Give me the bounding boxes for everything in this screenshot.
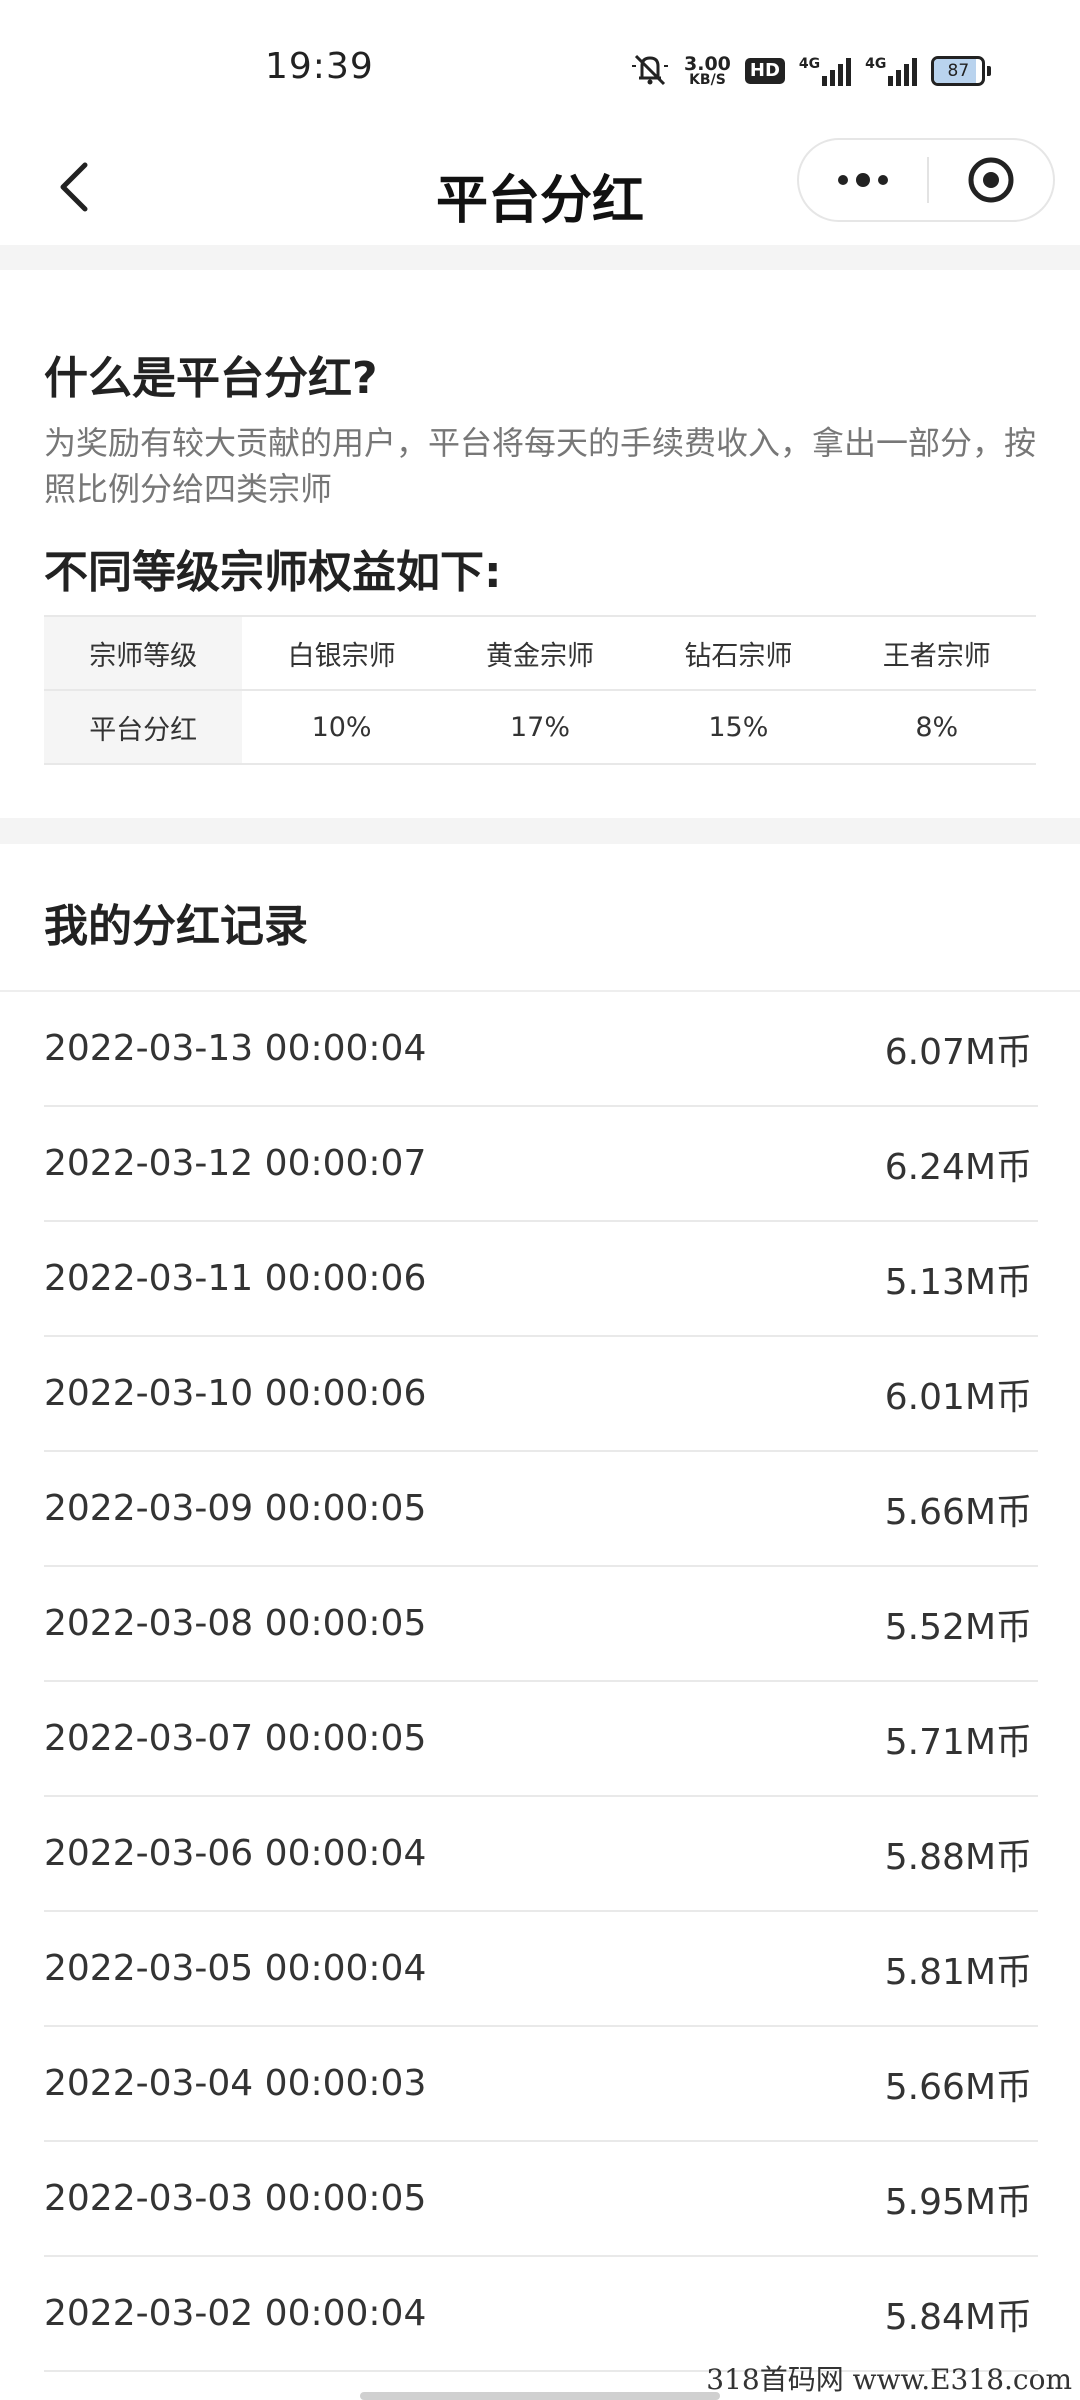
status-bar: 19:39 3.00 KB/S HD 4G 4G 87 <box>0 0 1080 130</box>
record-time: 2022-03-02 00:00:04 <box>44 2293 427 2334</box>
record-amount: 5.66M币 <box>884 2066 1032 2108</box>
list-item: 2022-03-07 00:00:05 5.71M币 <box>44 1682 1038 1797</box>
signal-bars-icon <box>888 56 918 86</box>
battery-level: 87 <box>947 61 970 81</box>
record-time: 2022-03-05 00:00:04 <box>44 1948 427 1989</box>
record-time: 2022-03-08 00:00:05 <box>44 1603 427 1644</box>
mute-icon <box>630 52 670 90</box>
list-item: 2022-03-09 00:00:05 5.66M币 <box>44 1452 1038 1567</box>
record-amount: 5.88M币 <box>884 1836 1032 1878</box>
record-time: 2022-03-11 00:00:06 <box>44 1258 427 1299</box>
record-time: 2022-03-04 00:00:03 <box>44 2063 427 2104</box>
list-item: 2022-03-11 00:00:06 5.13M币 <box>44 1222 1038 1337</box>
list-item: 2022-03-06 00:00:04 5.88M币 <box>44 1797 1038 1912</box>
section-gap <box>0 818 1080 844</box>
target-circle-icon <box>968 157 1014 203</box>
record-amount: 5.52M币 <box>884 1606 1032 1648</box>
nav-bar: 平台分红 <box>0 130 1080 245</box>
level-diamond: 钻石宗师 <box>639 615 838 691</box>
records-section: 我的分红记录 2022-03-13 00:00:04 6.07M币 2022-0… <box>0 844 1080 2400</box>
section-gap <box>0 245 1080 270</box>
record-amount: 5.95M币 <box>884 2181 1032 2223</box>
record-amount: 5.81M币 <box>884 1951 1032 1993</box>
watermark: 318首码网 www.E318.com <box>706 2363 1072 2396</box>
records-title: 我的分红记录 <box>44 901 308 952</box>
speed-unit: KB/S <box>689 72 726 88</box>
record-amount: 6.07M币 <box>884 1031 1032 1073</box>
more-dots-icon <box>838 173 888 187</box>
share-diamond: 15% <box>639 689 838 765</box>
status-time: 19:39 <box>265 46 374 87</box>
speed-value: 3.00 <box>684 53 731 75</box>
record-time: 2022-03-13 00:00:04 <box>44 1028 427 1069</box>
record-amount: 5.71M币 <box>884 1721 1032 1763</box>
record-time: 2022-03-06 00:00:04 <box>44 1833 427 1874</box>
record-amount: 6.01M币 <box>884 1376 1032 1418</box>
intro-description: 为奖励有较大贡献的用户，平台将每天的手续费收入，拿出一部分，按照比例分给四类宗师 <box>44 424 1037 508</box>
table-row: 平台分红 10% 17% 15% 8% <box>44 689 1036 765</box>
list-item: 2022-03-12 00:00:07 6.24M币 <box>44 1107 1038 1222</box>
share-gold: 17% <box>440 689 640 765</box>
benefit-title: 不同等级宗师权益如下: <box>44 547 502 598</box>
intro-section: 什么是平台分红? 为奖励有较大贡献的用户，平台将每天的手续费收入，拿出一部分，按… <box>0 270 1080 818</box>
mini-program-capsule <box>797 138 1055 222</box>
record-amount: 6.24M币 <box>884 1146 1032 1188</box>
level-gold: 黄金宗师 <box>440 615 640 691</box>
intro-title: 什么是平台分红? <box>44 353 378 404</box>
list-item: 2022-03-04 00:00:03 5.66M币 <box>44 2027 1038 2142</box>
record-time: 2022-03-03 00:00:05 <box>44 2178 427 2219</box>
share-silver: 10% <box>242 689 441 765</box>
list-item: 2022-03-05 00:00:04 5.81M币 <box>44 1912 1038 2027</box>
list-item: 2022-03-03 00:00:05 5.95M币 <box>44 2142 1038 2257</box>
record-time: 2022-03-07 00:00:05 <box>44 1718 427 1759</box>
table-header-level: 宗师等级 <box>44 615 243 691</box>
network-type-2: 4G <box>865 56 887 72</box>
record-amount: 5.84M币 <box>884 2296 1032 2338</box>
list-item: 2022-03-10 00:00:06 6.01M币 <box>44 1337 1038 1452</box>
home-indicator[interactable] <box>360 2392 720 2400</box>
table-row: 宗师等级 白银宗师 黄金宗师 钻石宗师 王者宗师 <box>44 615 1036 691</box>
record-time: 2022-03-12 00:00:07 <box>44 1143 427 1184</box>
signal-icon-1: 4G <box>798 56 852 86</box>
close-button[interactable] <box>929 140 1053 220</box>
more-button[interactable] <box>799 140 927 220</box>
network-speed: 3.00 KB/S <box>684 53 731 88</box>
share-king: 8% <box>837 689 1036 765</box>
signal-bars-icon <box>822 56 852 86</box>
table-header-share: 平台分红 <box>44 689 243 765</box>
list-item: 2022-03-08 00:00:05 5.52M币 <box>44 1567 1038 1682</box>
level-table: 宗师等级 白银宗师 黄金宗师 钻石宗师 王者宗师 平台分红 10% 17% 15… <box>44 615 1036 765</box>
status-icons: 3.00 KB/S HD 4G 4G 87 <box>630 50 992 92</box>
record-amount: 5.66M币 <box>884 1491 1032 1533</box>
hd-badge: HD <box>744 58 785 84</box>
record-time: 2022-03-09 00:00:05 <box>44 1488 427 1529</box>
level-silver: 白银宗师 <box>242 615 441 691</box>
list-item: 2022-03-02 00:00:04 5.84M币 <box>44 2257 1038 2372</box>
signal-icon-2: 4G <box>865 56 918 86</box>
record-time: 2022-03-10 00:00:06 <box>44 1373 427 1414</box>
record-list: 2022-03-13 00:00:04 6.07M币 2022-03-12 00… <box>44 992 1038 2372</box>
list-item: 2022-03-13 00:00:04 6.07M币 <box>44 992 1038 1107</box>
level-king: 王者宗师 <box>837 615 1036 691</box>
record-amount: 5.13M币 <box>884 1261 1032 1303</box>
network-type-1: 4G <box>798 56 821 72</box>
battery-icon: 87 <box>931 56 992 86</box>
